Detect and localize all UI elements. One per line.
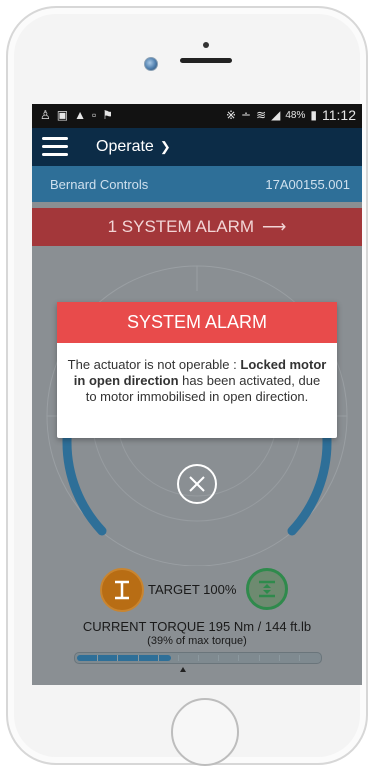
device-info-bar: Bernard Controls 17A00155.001 bbox=[32, 166, 362, 202]
torque-progress-fill bbox=[77, 655, 171, 661]
mode-dropdown[interactable]: Operate ❯ bbox=[96, 138, 171, 156]
device-serial: 17A00155.001 bbox=[265, 177, 350, 192]
home-button[interactable] bbox=[171, 698, 239, 766]
mute-icon: ∸ bbox=[241, 108, 252, 122]
alarm-banner[interactable]: 1 SYSTEM ALARM ⟶ bbox=[32, 208, 362, 246]
progress-segment-divider bbox=[279, 655, 280, 661]
status-left-icons: ♙ ▣ ▲ ▫ ⚑ bbox=[40, 108, 113, 122]
progress-segment-divider bbox=[218, 655, 219, 661]
person-icon: ♙ bbox=[40, 108, 51, 122]
progress-segment-divider bbox=[299, 655, 300, 661]
battery-icon: ▮ bbox=[310, 108, 317, 122]
dialog-message-prefix: The actuator is not operable : bbox=[67, 357, 241, 372]
control-panel: TARGET 100% CURRENT TORQUE 195 Nm / 144 … bbox=[32, 568, 362, 685]
phone-speaker bbox=[180, 58, 232, 63]
status-time: 11:12 bbox=[322, 107, 356, 123]
limit-button[interactable] bbox=[246, 568, 288, 610]
bluetooth-icon: ※ bbox=[225, 108, 237, 122]
target-label: TARGET 100% bbox=[148, 582, 237, 597]
close-icon bbox=[189, 476, 205, 492]
progress-segment-divider bbox=[238, 655, 239, 661]
app-screen: ♙ ▣ ▲ ▫ ⚑ ※ ∸ ≋ ◢ 48% ▮ 11:12 Operate ❯ B… bbox=[32, 104, 362, 685]
current-torque-text: CURRENT TORQUE 195 Nm / 144 ft.lb bbox=[82, 619, 312, 634]
gallery-icon: ▫ bbox=[92, 108, 97, 122]
limit-icon bbox=[259, 580, 275, 598]
close-dialog-button[interactable] bbox=[177, 464, 217, 504]
torque-pointer-icon bbox=[180, 667, 186, 672]
warning-icon: ▲ bbox=[74, 108, 86, 122]
app-bar: Operate ❯ bbox=[32, 128, 362, 166]
progress-segment-divider bbox=[138, 655, 139, 661]
chevron-down-icon: ❯ bbox=[159, 139, 171, 154]
signal-icon: ◢ bbox=[271, 108, 281, 122]
phone-sensor bbox=[203, 42, 209, 48]
company-name: Bernard Controls bbox=[50, 177, 149, 192]
progress-segment-divider bbox=[117, 655, 118, 661]
hamburger-menu-icon[interactable] bbox=[42, 137, 68, 157]
system-alarm-dialog: SYSTEM ALARM The actuator is not operabl… bbox=[57, 302, 337, 438]
alarm-banner-text: 1 SYSTEM ALARM bbox=[107, 217, 255, 236]
target-icon bbox=[115, 580, 129, 600]
arrow-right-icon: ⟶ bbox=[262, 217, 287, 236]
progress-segment-divider bbox=[158, 655, 159, 661]
progress-segment-divider bbox=[198, 655, 199, 661]
progress-segment-divider bbox=[259, 655, 260, 661]
dialog-title: SYSTEM ALARM bbox=[57, 302, 337, 343]
flag-icon: ⚑ bbox=[102, 108, 114, 122]
torque-progress-bar bbox=[74, 652, 322, 664]
mode-dropdown-label: Operate bbox=[96, 138, 154, 155]
dialog-message: The actuator is not operable : Locked mo… bbox=[67, 357, 327, 405]
torque-percent-text: (39% of max torque) bbox=[147, 635, 247, 647]
status-bar: ♙ ▣ ▲ ▫ ⚑ ※ ∸ ≋ ◢ 48% ▮ 11:12 bbox=[32, 104, 362, 128]
battery-percent: 48% bbox=[285, 109, 306, 121]
image-icon: ▣ bbox=[56, 108, 69, 122]
target-button[interactable] bbox=[100, 568, 144, 612]
front-camera bbox=[144, 57, 158, 71]
progress-segment-divider bbox=[178, 655, 179, 661]
status-right-icons: ※ ∸ ≋ ◢ 48% ▮ 11:12 bbox=[226, 107, 356, 123]
wifi-icon: ≋ bbox=[256, 108, 267, 122]
progress-segment-divider bbox=[97, 655, 98, 661]
